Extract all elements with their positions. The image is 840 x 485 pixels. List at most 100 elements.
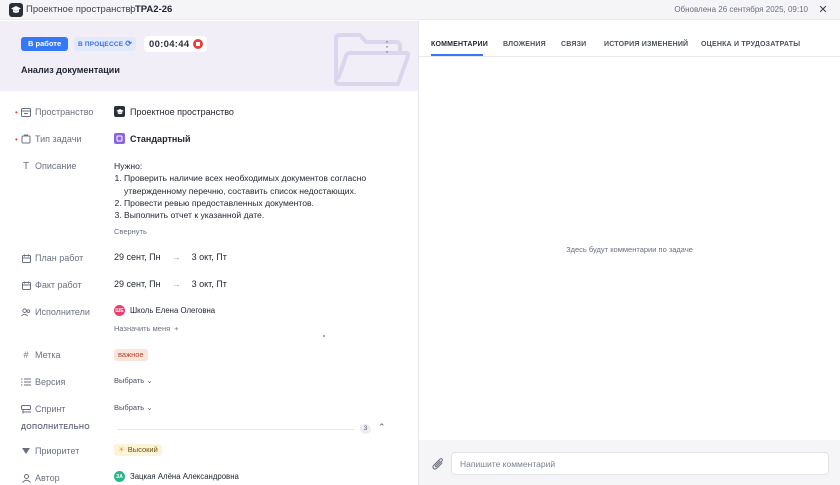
hash-icon: #: [23, 350, 29, 360]
tab-links[interactable]: СВЯЗИ: [561, 41, 586, 48]
folder-icon: [334, 33, 411, 86]
task-title[interactable]: Анализ документации: [21, 65, 120, 75]
version-select[interactable]: Выбрать ⌄: [114, 376, 153, 385]
tab-history[interactable]: ИСТОРИЯ ИЗМЕНЕНИЙ: [604, 41, 688, 48]
description-item: Провести ревью предоставленных документо…: [124, 197, 404, 209]
status-badge[interactable]: В работе: [21, 37, 69, 51]
additional-count-badge: 3: [360, 424, 371, 434]
active-tab-indicator: [431, 54, 483, 56]
time-tracker: 00:04:44: [144, 36, 208, 52]
priority-icon: ☀: [118, 445, 125, 454]
process-badge-label: В ПРОЦЕССЕ: [78, 41, 124, 48]
task-header: В работе В ПРОЦЕССЕ ⟳ 00:04:44 · · · Анализ…: [0, 21, 418, 91]
field-label-fact: Факт работ: [21, 280, 82, 290]
task-type-label: Тип задачи: [35, 134, 82, 144]
space-logo-icon: [114, 106, 125, 117]
assignee[interactable]: ШЕ Школь Елена Олеговна: [114, 305, 215, 316]
comments-empty-state: Здесь будут комментарии по задаче: [566, 245, 693, 254]
additional-section-title[interactable]: ДОПОЛНИТЕЛЬНО: [21, 424, 90, 431]
priority-label: Приоритет: [35, 446, 80, 456]
field-label-author: Автор: [21, 473, 60, 483]
description-item: Выполнить отчет к указанной дате.: [124, 209, 404, 221]
plan-start: 29 сент, Пн: [114, 252, 161, 262]
version-label: Версия: [35, 377, 66, 387]
task-type-value[interactable]: Стандартный: [114, 133, 191, 144]
calendar-icon: [21, 280, 31, 290]
close-icon[interactable]: ✕: [816, 3, 830, 16]
separator-dot: [323, 335, 325, 337]
tab-comments[interactable]: КОММЕНТАРИИ: [431, 41, 488, 48]
field-label-priority: Приоритет: [21, 446, 79, 456]
fact-start: 29 сент, Пн: [114, 279, 161, 289]
priority-value: Высокий: [127, 445, 158, 454]
avatar: ШЕ: [114, 305, 125, 316]
space-value[interactable]: Проектное пространство: [114, 106, 234, 117]
author[interactable]: ЗА Зацкая Алёна Александровна: [114, 471, 239, 482]
fact-label: Факт работ: [35, 280, 82, 290]
plan-label: План работ: [35, 253, 84, 263]
plan-end: 3 окт, Пт: [191, 252, 227, 262]
comment-input[interactable]: [451, 452, 829, 475]
sprint-label: Спринт: [35, 404, 66, 414]
version-select-value: Выбрать: [114, 376, 145, 385]
sprint-icon: [21, 404, 31, 414]
description-label: Описание: [35, 161, 77, 171]
calendar-icon: [21, 253, 31, 263]
field-label-plan: План работ: [21, 253, 83, 263]
top-bar: Проектное пространство | TPA2-26 Обновле…: [0, 0, 840, 20]
field-label-version: Версия: [21, 377, 65, 387]
description-list: Проверить наличие всех необходимых докум…: [114, 172, 404, 221]
list-icon: [21, 377, 31, 387]
tab-attachments[interactable]: ВЛОЖЕНИЯ: [503, 41, 546, 48]
breadcrumb-space[interactable]: Проектное пространство: [26, 4, 136, 15]
required-mark: •: [15, 108, 18, 117]
field-label-tag: # Метка: [21, 350, 61, 360]
field-label-description: T Описание: [21, 161, 77, 172]
assignee-name: Школь Елена Олеговна: [130, 306, 216, 315]
space-label: Пространство: [35, 107, 94, 117]
arrow-right-icon: →: [171, 279, 181, 289]
assign-me-button[interactable]: Назначить меня +: [114, 324, 179, 333]
collapse-description-link[interactable]: Свернуть: [114, 227, 147, 236]
assign-me-label: Назначить меня: [114, 324, 171, 333]
description-item: Проверить наличие всех необходимых докум…: [124, 172, 404, 197]
description-text[interactable]: Нужно: Проверить наличие всех необходимы…: [114, 160, 404, 221]
sprint-select-value: Выбрать: [114, 403, 145, 412]
tag-label: Метка: [35, 350, 61, 360]
field-label-sprint: Спринт: [21, 404, 66, 414]
process-badge[interactable]: В ПРОЦЕССЕ ⟳: [74, 37, 137, 51]
sprint-select[interactable]: Выбрать ⌄: [114, 403, 153, 412]
task-details-panel: В работе В ПРОЦЕССЕ ⟳ 00:04:44 · · · Анализ…: [0, 21, 418, 485]
fact-end: 3 окт, Пт: [191, 279, 227, 289]
task-type-icon: [21, 134, 31, 144]
arrow-right-icon: →: [171, 252, 181, 262]
updated-timestamp: Обновлена 26 сентября 2025, 09:10: [674, 5, 808, 14]
space-icon: [21, 107, 31, 117]
field-label-task-type: • Тип задачи: [15, 134, 82, 144]
stop-timer-icon[interactable]: [193, 39, 204, 49]
required-mark: •: [15, 135, 18, 144]
chevron-up-icon[interactable]: ⌃: [378, 422, 386, 433]
activity-panel: КОММЕНТАРИИ ВЛОЖЕНИЯ СВЯЗИ ИСТОРИЯ ИЗМЕН…: [419, 21, 840, 485]
tab-estimate[interactable]: ОЦЕНКА И ТРУДОЗАТРАТЫ: [701, 41, 800, 48]
plan-dates[interactable]: 29 сент, Пн → 3 окт, Пт: [114, 252, 227, 262]
breadcrumb-separator: |: [130, 4, 133, 15]
task-type-name: Стандартный: [130, 133, 191, 144]
timer-value: 00:04:44: [149, 38, 190, 50]
assignees-label: Исполнители: [35, 307, 90, 317]
priority-chip[interactable]: ☀ Высокий: [114, 444, 162, 456]
activity-tabs: КОММЕНТАРИИ ВЛОЖЕНИЯ СВЯЗИ ИСТОРИЯ ИЗМЕН…: [419, 21, 840, 57]
field-label-assignees: Исполнители: [21, 307, 90, 317]
users-icon: [21, 307, 31, 317]
fact-dates[interactable]: 29 сент, Пн → 3 окт, Пт: [114, 279, 227, 289]
chevron-down-icon: ⌄: [146, 376, 153, 385]
author-label: Автор: [35, 473, 60, 483]
paperclip-icon[interactable]: [432, 457, 444, 471]
field-label-space: • Пространство: [15, 107, 94, 117]
refresh-icon: ⟳: [125, 39, 133, 48]
description-intro: Нужно:: [114, 161, 143, 171]
more-menu-icon[interactable]: · · ·: [383, 35, 391, 57]
chevron-down-icon: ⌄: [146, 403, 153, 412]
tag-chip[interactable]: важное: [114, 349, 148, 361]
space-name: Проектное пространство: [130, 106, 234, 117]
